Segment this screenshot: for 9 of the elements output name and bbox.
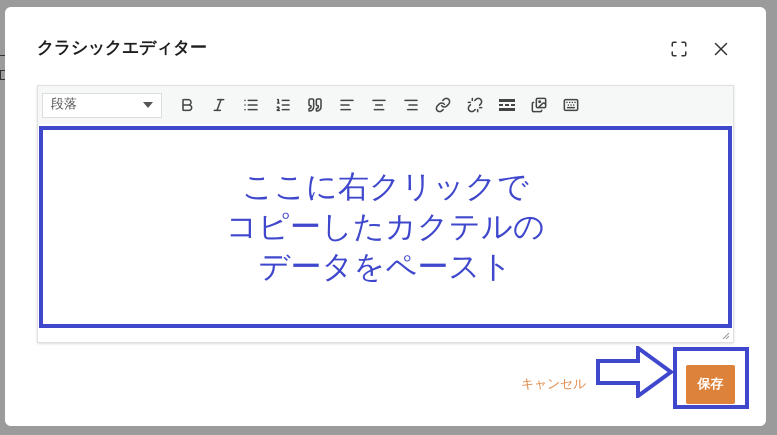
format-select[interactable]: 段落 [42, 92, 162, 118]
dialog-title: クラシックエディター [37, 37, 207, 60]
content-text-line: コピーしたカクテルの [226, 208, 545, 247]
fullscreen-icon[interactable] [670, 40, 688, 58]
caret-icon [143, 102, 153, 108]
content-text-line: ここに右クリックで [242, 168, 529, 207]
editor-content-area[interactable]: ここに右クリックで コピーしたカクテルの データをペースト [39, 126, 732, 328]
content-text-line: データをペースト [258, 248, 512, 287]
resize-handle-icon[interactable] [722, 332, 730, 340]
